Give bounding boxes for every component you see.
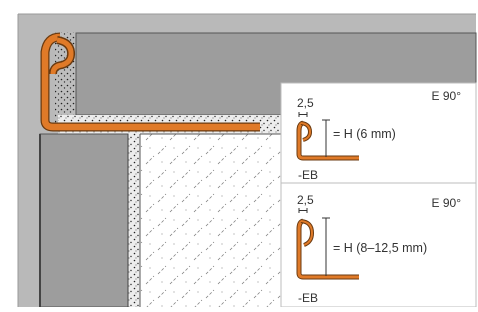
- suffix-label-1: -EB: [298, 168, 318, 182]
- height-label-2: = H (8–12,5 mm): [333, 241, 427, 255]
- diagram-canvas: 2,5 E 90° = H (6 mm) -EB 2,5 E 90° = H (…: [0, 0, 478, 308]
- finish-label-1: E 90°: [432, 89, 462, 103]
- adhesive-column: [128, 134, 140, 307]
- left-tile: [39, 133, 129, 308]
- height-label-1: = H (6 mm): [333, 127, 396, 141]
- thickness-label-2: 2,5: [297, 193, 314, 207]
- info-panel-1: 2,5 E 90° = H (6 mm) -EB: [280, 82, 477, 184]
- suffix-label-2: -EB: [298, 291, 318, 305]
- info-panel-2: 2,5 E 90° = H (8–12,5 mm) -EB: [280, 182, 477, 308]
- profile-cross-section-diagram: 2,5 E 90° = H (6 mm) -EB 2,5 E 90° = H (…: [0, 0, 478, 308]
- finish-label-2: E 90°: [432, 196, 462, 210]
- thickness-label-1: 2,5: [297, 96, 314, 110]
